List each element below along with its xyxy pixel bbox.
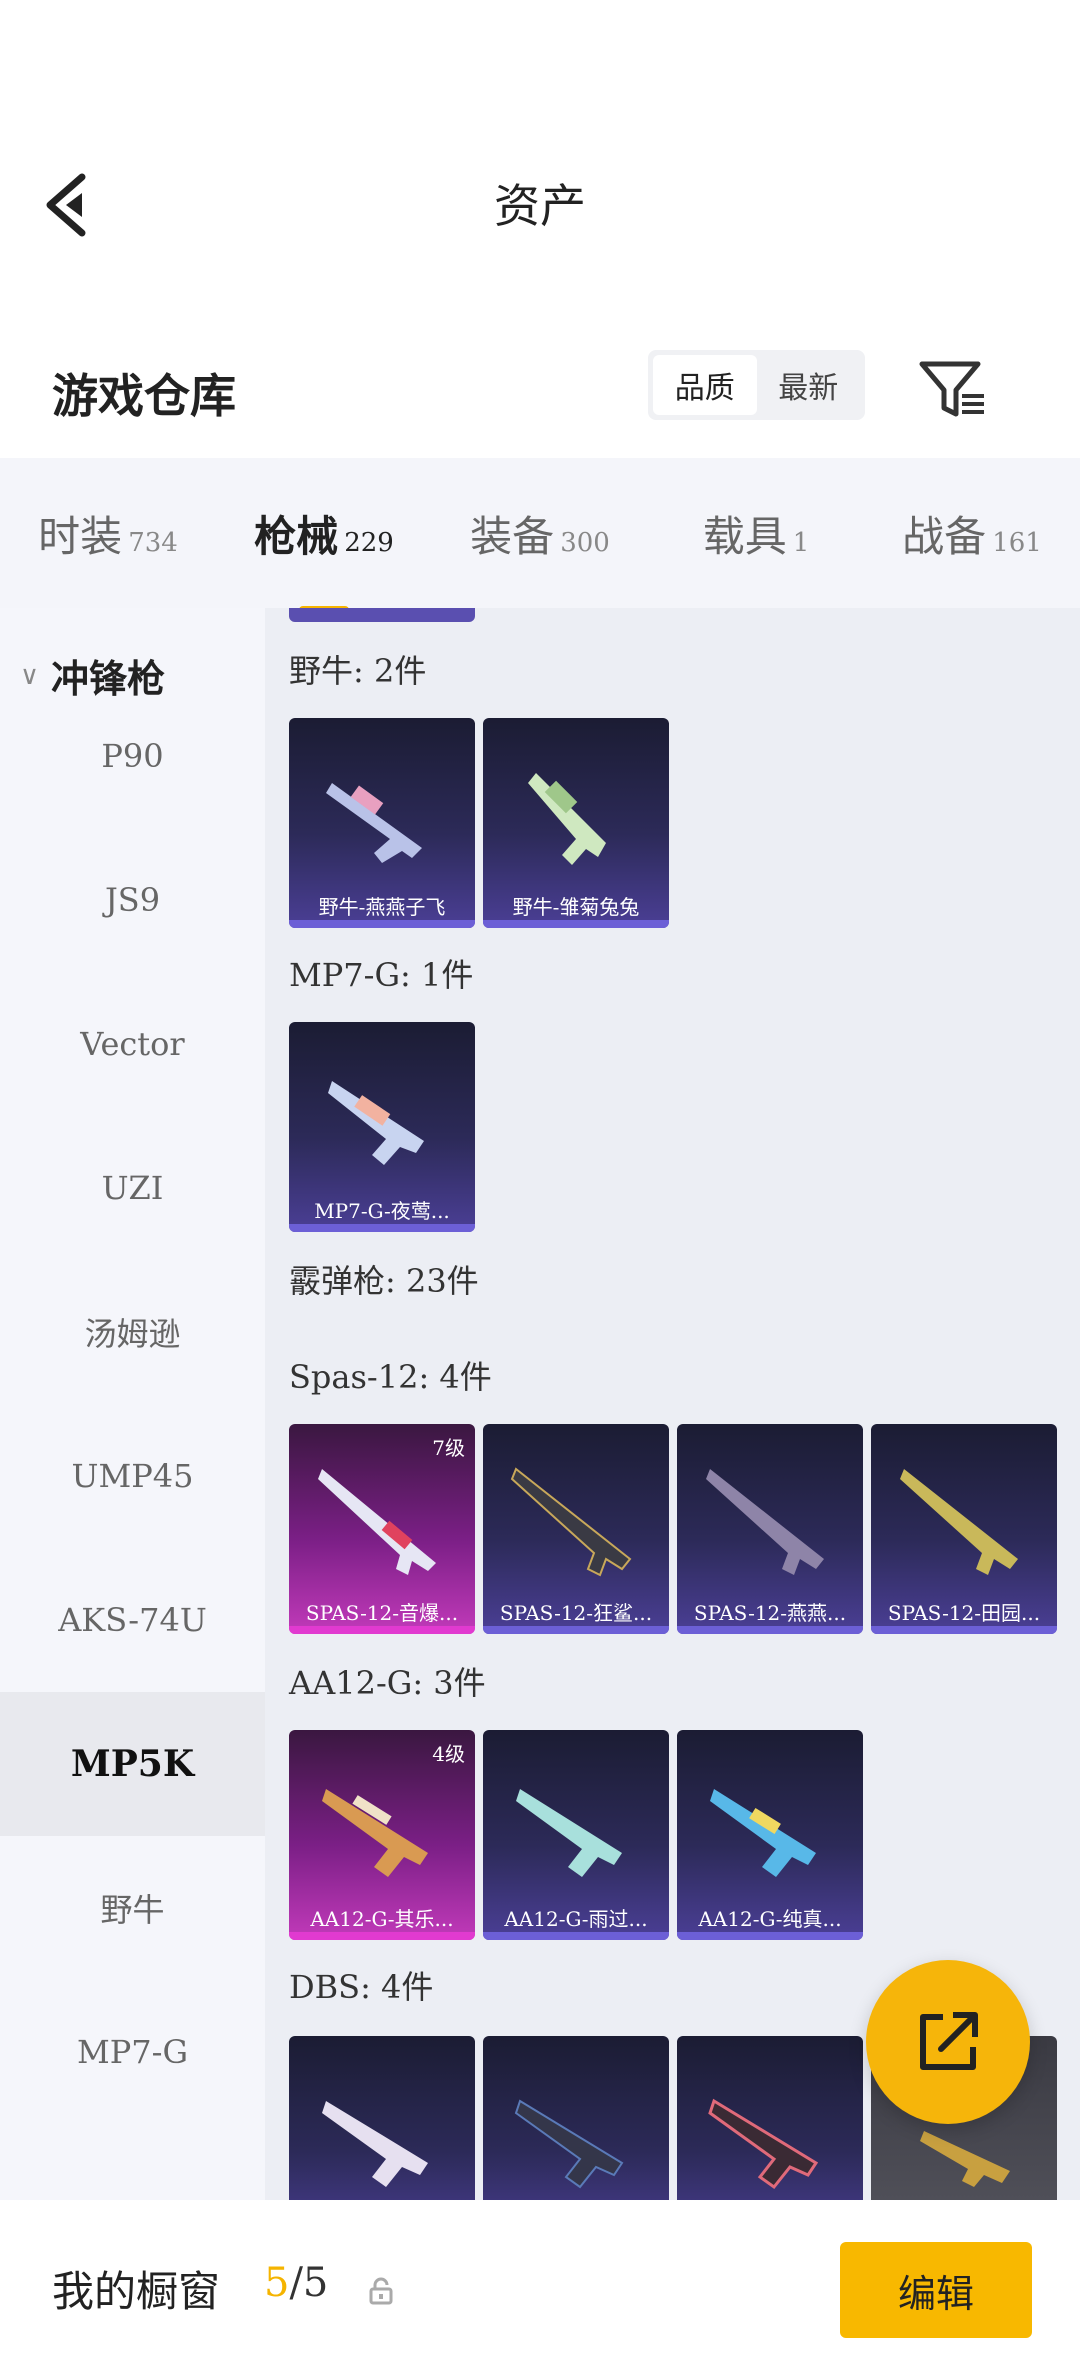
weapon-card[interactable] [289,2036,475,2200]
weapon-image [322,1789,428,1877]
rarity-bar [483,1932,669,1940]
group-title: MP7-G: 1件 [289,956,474,994]
weapon-image [322,2101,428,2187]
sidebar-item-mp7g[interactable]: MP7-G [0,1980,265,2124]
sidebar-item-ump45[interactable]: UMP45 [0,1404,265,1548]
weapon-level-badge: 4级 [432,1742,465,1766]
tab-count: 229 [344,527,394,558]
tab-count: 161 [992,527,1042,558]
weapon-name: SPAS-12-狂鲨... [499,1601,653,1625]
weapon-name: SPAS-12-燕燕... [693,1601,847,1625]
rarity-bar [289,1626,475,1634]
tab-count: 1 [792,527,810,558]
filter-icon[interactable] [918,360,988,420]
group-title: Spas-12: 4件 [289,1358,492,1396]
share-button[interactable] [866,1960,1030,2124]
showcase-count-current: 5 [264,2260,290,2306]
weapon-name: AA12-G-雨过... [504,1907,648,1931]
weapon-image [510,1467,632,1577]
sort-toggle: 品质 最新 [648,350,865,420]
weapon-image [900,1469,1018,1575]
weapon-image [514,2099,624,2189]
tab-label: 枪械 [254,511,339,561]
sidebar-item-vector[interactable]: Vector [0,972,265,1116]
showcase-count-total: /5 [289,2260,329,2306]
weapon-card[interactable] [483,2036,669,2200]
tab-vehicles[interactable]: 载具 1 [648,503,864,564]
lock-icon [366,2276,396,2306]
rarity-bar [289,1224,475,1232]
sidebar-item-aks74u[interactable]: AKS-74U [0,1548,265,1692]
tab-count: 734 [128,527,178,558]
sidebar-item-js9[interactable]: JS9 [0,828,265,972]
sidebar-item-bizon[interactable]: 野牛 [0,1836,265,1980]
weapon-card[interactable]: SPAS-12-田园... [871,1424,1057,1634]
weapon-card[interactable]: 野牛-燕燕子飞 [289,718,475,928]
weapon-name: SPAS-12-田园... [887,1601,1041,1625]
weapon-card[interactable]: SPAS-12-狂鲨... [483,1424,669,1634]
edit-button[interactable]: 编辑 [840,2242,1032,2338]
weapon-level-badge: 7级 [432,1436,465,1460]
weapon-card[interactable]: 7级 SPAS-12-音爆... [289,1424,475,1634]
weapon-name: AA12-G-纯真... [698,1907,842,1931]
tab-label: 装备 [470,511,555,561]
weapon-card[interactable]: MP7-G-夜莺... [289,1022,475,1232]
sidebar-item-thompson[interactable]: 汤姆逊 [0,1260,265,1404]
tab-label: 时装 [38,511,123,561]
sort-newest-button[interactable]: 最新 [757,355,861,415]
weapon-card[interactable]: 野牛-雏菊兔兔 [483,718,669,928]
sidebar-item-mp5k[interactable]: MP5K [0,1692,265,1836]
tab-count: 300 [560,527,610,558]
external-link-icon [920,2012,978,2070]
weapon-image [328,1081,424,1165]
tab-supplies[interactable]: 战备 161 [864,503,1080,564]
group-title: 野牛: 2件 [289,652,427,690]
group-title: DBS: 4件 [289,1968,434,2006]
tab-label: 载具 [702,511,787,561]
weapon-name: MP7-G-夜莺... [314,1199,450,1223]
weapon-card[interactable]: AA12-G-纯真... [677,1730,863,1940]
rarity-bar [289,1932,475,1940]
showcase-count: 5/5 [264,2260,328,2306]
header: 资产 [0,0,1080,300]
tab-fashion[interactable]: 时装 734 [0,503,216,564]
bottom-bar: 我的橱窗 5/5 编辑 [0,2200,1080,2373]
rarity-bar [677,1932,863,1940]
weapon-name: 野牛-雏菊兔兔 [512,895,640,919]
category-tabs: 时装 734 枪械 229 装备 300 载具 1 战备 161 [0,458,1080,614]
group-title: 霰弹枪: 23件 [289,1262,479,1300]
tab-equipment[interactable]: 装备 300 [432,503,648,564]
tab-label: 战备 [902,511,987,561]
weapon-image [516,1789,622,1877]
weapon-name: AA12-G-其乐... [310,1907,454,1931]
rarity-bar [483,1626,669,1634]
sidebar-item-uzi[interactable]: UZI [0,1116,265,1260]
group-title: AA12-G: 3件 [289,1664,486,1702]
weapon-image [326,783,422,863]
sort-quality-button[interactable]: 品质 [653,355,757,415]
weapon-image [708,2098,819,2190]
rarity-bar [871,1626,1057,1634]
warehouse-row: 游戏仓库 品质 最新 [0,330,1080,450]
partial-card [289,608,475,622]
weapon-name: 野牛-燕燕子飞 [318,895,446,919]
weapon-image [706,1469,824,1575]
weapon-card[interactable] [677,2036,863,2200]
weapon-card[interactable]: SPAS-12-燕燕... [677,1424,863,1634]
page-title: 资产 [494,179,586,233]
weapon-card[interactable]: 4级 AA12-G-其乐... [289,1730,475,1940]
weapon-card[interactable]: AA12-G-雨过... [483,1730,669,1940]
showcase-label: 我的橱窗 [52,2267,221,2316]
sidebar-item-p90[interactable]: P90 [0,684,265,828]
weapon-image [318,1469,436,1575]
rarity-bar [677,1626,863,1634]
rarity-bar [483,920,669,928]
weapon-image [710,1789,816,1877]
tab-firearms[interactable]: 枪械 229 [216,503,432,614]
weapon-type-sidebar: ∨ 冲锋枪 P90 JS9 Vector UZI 汤姆逊 UMP45 AKS-7… [0,608,265,2200]
rarity-bar [289,920,475,928]
warehouse-title: 游戏仓库 [52,369,236,423]
weapon-name: SPAS-12-音爆... [305,1601,459,1625]
weapon-image [528,773,606,865]
